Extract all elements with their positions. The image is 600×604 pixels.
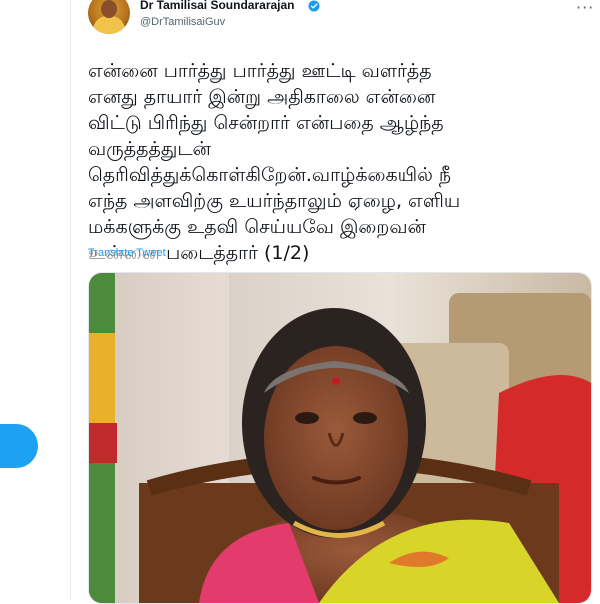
profile-avatar[interactable] [88,0,130,34]
tweet-line: வருத்தத்துடன் [88,138,211,160]
verified-badge-icon [308,0,320,12]
tweet-line: எந்த அளவிற்கு உயர்ந்தாலும் ஏழை, எளிய [88,190,461,212]
tweet-line: எனது தாயார் இன்று அதிகாலை என்னை [88,86,436,108]
tweet-line: தெரிவித்துக்கொள்கிறேன்.வாழ்க்கையில் நீ [88,164,452,186]
tweet-line: விட்டு பிரிந்து சென்றார் என்பதை ஆழ்ந்த [88,112,444,134]
compose-button[interactable] [0,424,38,468]
portrait-image [89,273,591,603]
tweet-card: Dr Tamilisai Soundararajan @DrTamilisaiG… [72,0,600,604]
more-options-icon[interactable]: ··· [576,0,594,17]
avatar-figure-face [101,0,117,18]
tweet-text: என்னை பார்த்து பார்த்து ஊட்டி வளர்த்த என… [88,58,588,266]
translate-tweet-link[interactable]: Translate Tweet [88,247,166,259]
tweet-photo[interactable] [88,272,592,604]
author-name[interactable]: Dr Tamilisai Soundararajan [140,0,295,12]
left-column [0,0,71,600]
tweet-line: என்னை பார்த்து பார்த்து ஊட்டி வளர்த்த [88,60,432,82]
avatar-figure-body [93,16,125,34]
author-handle[interactable]: @DrTamilisaiGuv [140,16,225,28]
tweet-line: மக்களுக்கு உதவி செய்யவே இறைவன் [88,216,426,238]
